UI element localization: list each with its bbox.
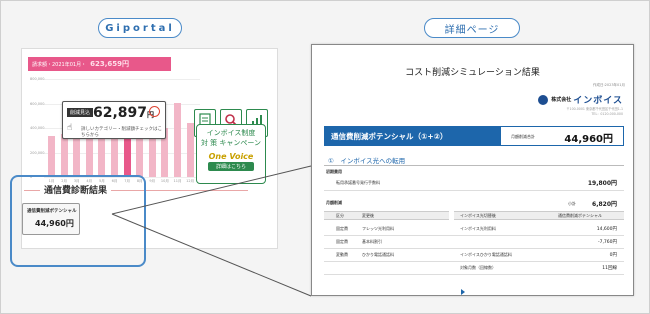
- row-category: 固定費: [336, 239, 348, 244]
- potential-label: 通信費削減ポテンシャル（①+②）: [325, 127, 501, 145]
- rule: [324, 190, 624, 191]
- monthly-total-label: 月額削減合計: [511, 134, 535, 139]
- company-logo: 株式会社 インボイス: [538, 93, 623, 106]
- subtotal-value: 6,820円: [592, 201, 617, 208]
- row-item: ひかり電話通話料: [362, 252, 394, 257]
- monthly-label: 月額削減: [326, 200, 342, 205]
- row-value: 14,600円: [596, 227, 617, 232]
- table-row-rule: [324, 261, 624, 262]
- row-after: インボイス光利用料: [460, 226, 496, 231]
- phone-line: TEL：0120-000-000: [591, 112, 623, 116]
- th-potential: 通信費削減ポテンシャル: [558, 213, 602, 218]
- report-date: 作成日:2023年01月: [592, 83, 625, 87]
- row-item: 基本料割引: [362, 239, 382, 244]
- subtotal-label: 小計: [568, 201, 576, 206]
- company-type: 株式会社: [551, 97, 572, 103]
- company-address: 〒100-0001 東京都千代田区千代田1-1 TEL：0120-000-000: [566, 107, 623, 117]
- table-row-rule: [324, 248, 624, 249]
- section-1-title: ① インボイス光への転用: [328, 157, 406, 165]
- row-category: 変動費: [336, 252, 348, 257]
- logo-mark-icon: [538, 94, 549, 105]
- th-switch: インボイス光切替後: [460, 213, 496, 218]
- potential-header: 通信費削減ポテンシャル（①+②） 月額削減合計 44,960円: [324, 126, 624, 146]
- table-row-rule: [324, 235, 624, 236]
- th-after: 変更後: [362, 213, 374, 218]
- row-value: 11回線: [602, 266, 617, 271]
- row-after: 対象月数（回線数）: [460, 265, 496, 270]
- row-value: 0円: [609, 253, 617, 258]
- initial-cost-item: 転用承諾番号発行手数料: [336, 180, 380, 185]
- section-divider: [324, 165, 624, 166]
- row-item: フレッツ光利用料: [362, 226, 394, 231]
- simulation-title: コスト削減シミュレーション結果: [405, 68, 540, 78]
- potential-value: 44,960円: [564, 134, 613, 145]
- arrow-right-icon: [461, 289, 465, 295]
- initial-cost-value: 19,800円: [587, 180, 617, 187]
- row-category: 固定費: [336, 226, 348, 231]
- detail-panel: コスト削減シミュレーション結果 作成日:2023年01月 株式会社 インボイス …: [311, 44, 634, 296]
- table-row-rule: [324, 274, 624, 275]
- row-after: インボイスひかり電話通話料: [460, 252, 512, 257]
- company-name: インボイス: [573, 96, 623, 106]
- row-value: -7,760円: [597, 240, 617, 245]
- th-category: 区分: [336, 213, 344, 218]
- initial-cost-label: 初期費用: [326, 169, 342, 174]
